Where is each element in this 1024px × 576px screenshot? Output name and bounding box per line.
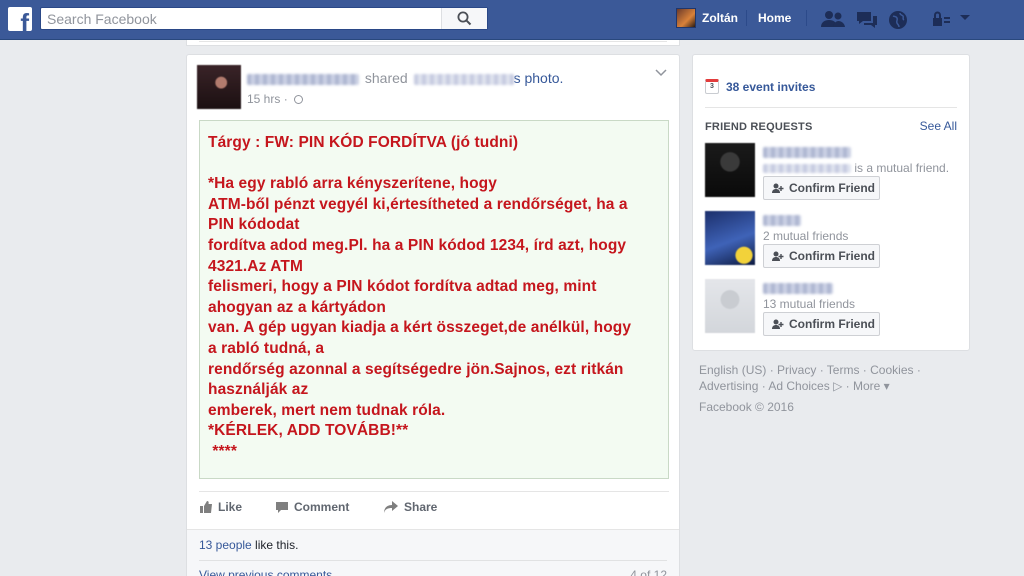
home-link[interactable]: Home [758,11,791,25]
friend-request-name-redacted[interactable] [763,213,801,227]
comment-count: 4 of 12 [630,568,667,576]
avatar [676,8,696,28]
divider [705,107,957,108]
divider [806,10,807,26]
story-timestamp[interactable]: 15 hrs · [247,92,304,106]
friend-request-avatar[interactable] [705,143,755,197]
comment-button[interactable]: Comment [275,500,349,514]
likes-count-link[interactable]: 13 people [199,538,252,552]
search-box [40,7,488,30]
calendar-day: 3 [710,83,714,90]
add-friend-icon [772,319,784,329]
share-label: Share [404,500,438,514]
like-label: Like [218,500,243,514]
copyright: Facebook © 2016 [699,400,794,414]
photo-link[interactable]: s photo. [514,70,564,86]
see-all-link[interactable]: See All [920,119,957,133]
friend-requests-title: FRIEND REQUESTS [705,121,813,133]
story-action-text: shared [364,70,408,86]
search-input[interactable] [41,8,441,29]
story-header: shared s photo. [247,70,563,86]
mutual-friends-label: 2 mutual friends [763,229,849,243]
divider [746,10,747,26]
share-button[interactable]: Share [383,500,437,514]
source-name-redacted[interactable] [413,73,514,85]
likes-suffix: like this. [251,538,299,552]
friend-request-item: 2 mutual friends Confirm Friend [705,211,961,268]
privacy-lock-icon[interactable] [932,10,952,28]
author-avatar[interactable] [197,65,241,109]
calendar-icon: 3 [705,79,719,94]
event-invites-label: 38 event invites [726,79,816,94]
confirm-friend-label: Confirm Friend [789,249,875,263]
confirm-friend-label: Confirm Friend [789,181,875,195]
search-icon [457,11,472,26]
like-icon [200,501,212,513]
like-button[interactable]: Like [199,500,242,514]
user-name: Zoltán [702,11,738,25]
chevron-down-icon[interactable] [655,69,667,77]
likes-summary: 13 people like this. [199,538,298,552]
messages-icon[interactable] [855,10,879,28]
globe-icon [294,95,304,104]
confirm-friend-button[interactable]: Confirm Friend [763,244,880,268]
profile-link[interactable]: Zoltán [676,8,738,28]
top-navigation-bar: f Zoltán Home [0,0,1024,40]
facebook-logo-icon[interactable]: f [8,7,32,31]
feed-story: shared s photo. 15 hrs · Tárgy : FW: PIN… [186,54,680,576]
confirm-friend-button[interactable]: Confirm Friend [763,312,880,336]
right-sidebar-card: 3 38 event invites FRIEND REQUESTS See A… [692,54,970,351]
mutual-friends-label: is a mutual friend. [854,161,950,175]
friend-request-item: is a mutual friend. Confirm Friend [705,143,961,200]
account-chevron-icon[interactable] [959,14,971,22]
add-friend-icon [772,183,784,193]
comment-icon [276,502,288,513]
comment-label: Comment [294,500,350,514]
friend-request-name-redacted[interactable] [763,281,833,295]
story-actions: Like Comment Share [199,491,669,529]
mutual-friends-text: is a mutual friend. [763,161,949,175]
friends-icon[interactable] [820,10,846,28]
photo-link-text: photo. [524,70,564,86]
event-invites-link[interactable]: 3 38 event invites [705,79,815,94]
friend-request-avatar[interactable] [705,279,755,333]
friend-request-item: 13 mutual friends Confirm Friend [705,279,961,336]
add-friend-icon [772,251,784,261]
footer-links-row[interactable]: English (US) · Privacy · Terms · Cookies… [699,362,969,378]
previous-story-edge [186,40,680,46]
shared-photo-text[interactable]: Tárgy : FW: PIN KÓD FORDÍTVA (jó tudni) … [199,120,669,479]
divider [199,560,667,561]
search-button[interactable] [441,8,487,29]
friend-request-name-redacted[interactable] [763,145,851,159]
ufi-section: 13 people like this. View previous comme… [187,529,679,576]
confirm-friend-label: Confirm Friend [789,317,875,331]
share-icon [384,501,398,513]
view-previous-comments-link[interactable]: View previous comments [199,568,332,576]
mutual-friends-label: 13 mutual friends [763,297,856,311]
friend-request-avatar[interactable] [705,211,755,265]
notifications-globe-icon[interactable] [888,10,908,30]
timestamp-text: 15 hrs [247,92,281,106]
confirm-friend-button[interactable]: Confirm Friend [763,176,880,200]
page-footer: English (US) · Privacy · Terms · Cookies… [699,362,969,415]
author-name-redacted[interactable] [247,73,359,85]
footer-links-row[interactable]: Advertising · Ad Choices ▷ · More ▾ [699,378,969,394]
